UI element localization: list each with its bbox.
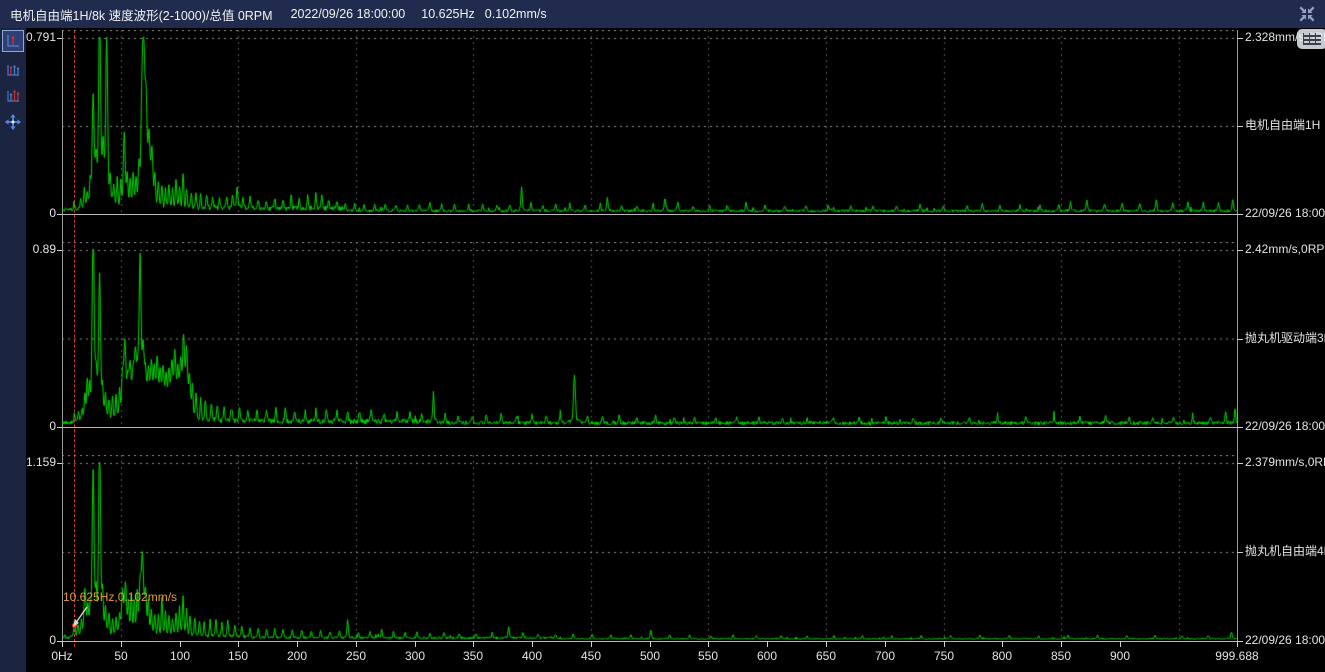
x-axis-tick-label: 350 [450, 649, 496, 664]
harmonic-cursor-spectrum-icon[interactable] [2, 59, 24, 81]
axis-tick [57, 250, 62, 251]
right-time-label: 22/09/26 18:00:00 [1245, 206, 1325, 221]
annotation-arrow-icon [73, 604, 95, 628]
axis-tick [1237, 126, 1243, 127]
axis-tick [1237, 38, 1243, 39]
x-axis-tick-label: 100 [157, 649, 203, 664]
axis-tick [1237, 339, 1243, 340]
right-channel-label: 抛丸机自由端4H [1245, 544, 1325, 559]
x-axis-tick-label: 700 [862, 649, 908, 664]
x-axis-tick-label: 900 [1097, 649, 1143, 664]
axis-tick [944, 641, 945, 647]
axis-tick [57, 214, 62, 215]
measurement-datetime: 2022/09/26 18:00:00 [291, 7, 406, 21]
right-peak-label: 2.42mm/s,0RPM [1245, 242, 1325, 257]
title-bar: 电机自由端1H/8k 速度波形(2-1000)/总值 0RPM 2022/09/… [0, 0, 1325, 28]
measure-panel-button[interactable] [1297, 29, 1325, 49]
single-cursor-spectrum-icon[interactable] [2, 30, 24, 52]
axis-tick [885, 641, 886, 647]
axis-tick [708, 641, 709, 647]
x-axis-tick-label: 999.688 [1214, 649, 1260, 664]
right-channel-label: 电机自由端1H [1245, 118, 1320, 133]
axis-tick [767, 641, 768, 647]
axis-tick [1237, 552, 1243, 553]
x-axis-tick-label: 600 [744, 649, 790, 664]
spectrum-plot-canvas-1[interactable] [62, 30, 1237, 214]
x-axis-tick-label: 250 [333, 649, 379, 664]
axis-tick [1061, 641, 1062, 647]
right-time-label: 22/09/26 18:00:00 [1245, 419, 1325, 434]
cursor-annotation: 10.625Hz,0.102mm/s [63, 590, 177, 604]
spectrum-plot-canvas-3[interactable] [62, 455, 1237, 641]
x-axis-tick-label: 650 [803, 649, 849, 664]
axis-tick [1237, 463, 1243, 464]
plot-right-border [1237, 30, 1238, 642]
plot-baseline [62, 214, 1237, 215]
axis-tick [650, 641, 651, 647]
sideband-cursor-spectrum-icon[interactable] [2, 85, 24, 107]
collapse-arrows-icon[interactable] [1297, 4, 1317, 24]
tool-sidebar [0, 28, 26, 672]
axis-tick [1237, 641, 1238, 647]
axis-tick [57, 427, 62, 428]
x-axis-tick-label: 50 [98, 649, 144, 664]
cursor-amplitude-readout: 0.102mm/s [485, 7, 547, 21]
x-axis-tick-label: 800 [979, 649, 1025, 664]
axis-tick [57, 38, 62, 39]
axis-tick [473, 641, 474, 647]
x-axis-tick-label: 300 [392, 649, 438, 664]
x-axis-tick-label: 850 [1038, 649, 1084, 664]
axis-tick [57, 463, 62, 464]
axis-tick [1002, 641, 1003, 647]
axis-tick [180, 641, 181, 647]
axis-tick [1120, 641, 1121, 647]
measure-panel-icon [1303, 33, 1321, 45]
spectrum-plot-canvas-2[interactable] [62, 242, 1237, 427]
axis-tick [62, 641, 63, 647]
axis-tick [297, 641, 298, 647]
x-axis-tick-label: 400 [509, 649, 555, 664]
x-axis-tick-label: 450 [568, 649, 614, 664]
axis-tick [591, 641, 592, 647]
right-time-label: 22/09/26 18:00:00 [1245, 633, 1325, 648]
cursor-frequency-readout: 10.625Hz [421, 7, 475, 21]
axis-tick [1237, 427, 1243, 428]
spectrum-analyzer-window: 0.79102.328mm/s,0RPM电机自由端1H22/09/26 18:0… [0, 0, 1325, 672]
pan-move-icon[interactable] [2, 111, 24, 133]
axis-tick [238, 641, 239, 647]
axis-tick [532, 641, 533, 647]
plot-baseline [62, 427, 1237, 428]
axis-tick [1237, 250, 1243, 251]
right-channel-label: 抛丸机驱动端3H [1245, 331, 1325, 346]
axis-tick [826, 641, 827, 647]
axis-tick [121, 641, 122, 647]
x-axis-tick-label: 150 [215, 649, 261, 664]
right-peak-label: 2.379mm/s,0RPM [1245, 455, 1325, 470]
axis-tick [415, 641, 416, 647]
x-axis-tick-label: 0Hz [39, 649, 85, 664]
axis-tick [356, 641, 357, 647]
measurement-title: 电机自由端1H/8k 速度波形(2-1000)/总值 0RPM [10, 5, 273, 24]
axis-tick [1237, 214, 1243, 215]
x-axis-tick-label: 550 [685, 649, 731, 664]
x-axis-tick-label: 750 [921, 649, 967, 664]
x-axis-tick-label: 200 [274, 649, 320, 664]
x-axis-tick-label: 500 [627, 649, 673, 664]
